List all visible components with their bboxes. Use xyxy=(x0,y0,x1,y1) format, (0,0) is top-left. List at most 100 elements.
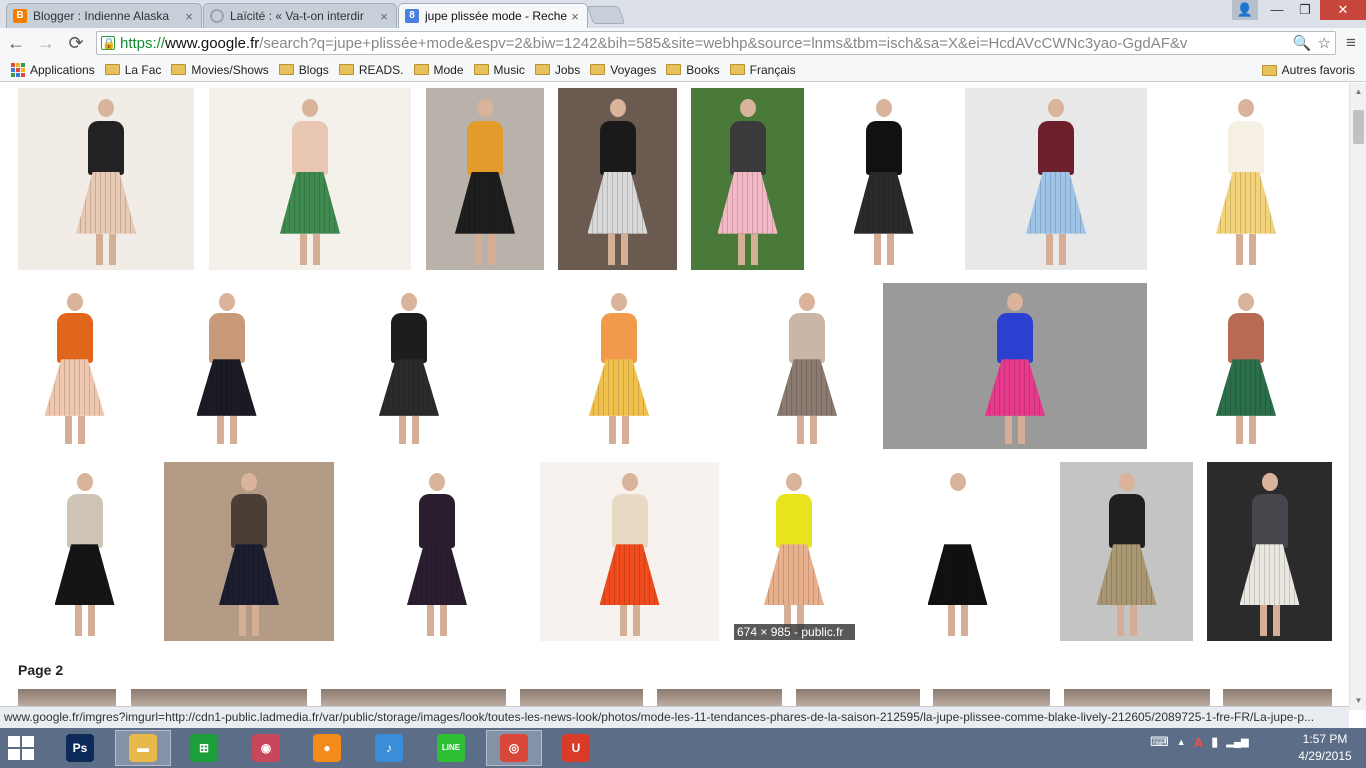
bookmark-other[interactable]: Autres favoris xyxy=(1257,59,1360,81)
maximize-button[interactable]: ❐ xyxy=(1290,0,1320,20)
image-result-thumbnail[interactable] xyxy=(1160,283,1332,449)
tab-google-search[interactable]: 8 jupe plissée mode - Reche × xyxy=(398,3,588,28)
file-explorer-icon: ▬ xyxy=(129,734,157,762)
close-icon[interactable]: × xyxy=(378,9,390,24)
signal-icon[interactable]: ▂▄▆ xyxy=(1226,737,1248,748)
image-result-thumbnail[interactable] xyxy=(883,283,1147,449)
taskbar-pidgin[interactable]: ● xyxy=(299,730,355,766)
image-result-thumbnail[interactable] xyxy=(817,88,950,270)
model-head xyxy=(477,98,493,117)
image-result-thumbnail[interactable] xyxy=(508,283,730,449)
image-result-thumbnail[interactable] xyxy=(868,462,1047,641)
scroll-thumb[interactable] xyxy=(1353,110,1364,144)
image-result-thumbnail[interactable] xyxy=(558,88,677,270)
model-top xyxy=(467,120,503,176)
image-result-thumbnail[interactable] xyxy=(1060,462,1193,641)
model-legs xyxy=(1259,605,1280,636)
taskbar-picasa[interactable]: ◉ xyxy=(238,730,294,766)
bookmark-blogs[interactable]: Blogs xyxy=(274,59,334,81)
taskbar-chrome[interactable]: ◎ xyxy=(486,730,542,766)
image-result-thumbnail[interactable] xyxy=(18,462,151,641)
bookmark-voyages[interactable]: Voyages xyxy=(585,59,661,81)
bookmark-movies-shows[interactable]: Movies/Shows xyxy=(166,59,273,81)
windows-start-icon[interactable] xyxy=(8,736,34,760)
menu-icon[interactable]: ≡ xyxy=(1340,32,1362,54)
model-legs xyxy=(1236,233,1256,265)
acrobat-icon[interactable]: A xyxy=(1194,735,1203,750)
image-result-thumbnail[interactable] xyxy=(164,462,334,641)
bookmark-music[interactable]: Music xyxy=(469,59,530,81)
pleated-skirt xyxy=(455,171,515,234)
image-result-thumbnail[interactable] xyxy=(348,462,526,641)
taskbar-store[interactable]: ⊞ xyxy=(176,730,232,766)
url-path: /search?q=jupe+plissée+mode&espv=2&biw=1… xyxy=(259,34,1188,52)
pleated-skirt xyxy=(1216,171,1276,234)
image-result-thumbnail[interactable] xyxy=(965,88,1147,270)
bookmark-francais[interactable]: Français xyxy=(725,59,801,81)
image-result-thumbnail[interactable] xyxy=(540,462,719,641)
close-icon[interactable]: × xyxy=(183,9,195,24)
minimize-button[interactable]: — xyxy=(1262,0,1292,20)
vertical-scrollbar[interactable]: ▲ ▼ xyxy=(1349,83,1366,710)
bookmark-applications[interactable]: Applications xyxy=(6,59,100,81)
back-button[interactable]: ← xyxy=(4,32,28,54)
store-icon: ⊞ xyxy=(190,734,218,762)
image-result-thumbnail[interactable] xyxy=(691,88,804,270)
model-top xyxy=(1228,120,1264,176)
taskbar-file-explorer[interactable]: ▬ xyxy=(115,730,171,766)
reload-button[interactable]: ⟳ xyxy=(64,32,88,54)
model-legs xyxy=(1116,605,1137,636)
battery-icon[interactable]: ▮ xyxy=(1211,734,1218,750)
new-tab-button[interactable] xyxy=(586,6,626,24)
bookmark-mode[interactable]: Mode xyxy=(409,59,469,81)
image-result-thumbnail[interactable] xyxy=(209,88,411,270)
bookmark-label: Français xyxy=(749,62,796,77)
taskbar-itunes[interactable]: ♪ xyxy=(361,730,417,766)
taskbar-photoshop[interactable]: Ps xyxy=(52,730,108,766)
taskbar-line[interactable]: LINE xyxy=(423,730,479,766)
model-head xyxy=(949,472,966,491)
zoom-icon[interactable]: 🔍 xyxy=(1293,34,1312,52)
model-head xyxy=(786,472,802,491)
user-icon[interactable]: 👤 xyxy=(1232,0,1258,20)
pidgin-icon: ● xyxy=(313,734,341,762)
star-icon[interactable]: ☆ xyxy=(1318,34,1331,52)
image-result-thumbnail[interactable] xyxy=(426,88,544,270)
image-result-thumbnail[interactable] xyxy=(144,283,309,449)
bookmark-reads[interactable]: READS. xyxy=(334,59,409,81)
model-head xyxy=(799,292,815,311)
model-head xyxy=(1238,292,1254,311)
close-window-button[interactable]: ✕ xyxy=(1320,0,1366,20)
image-result-thumbnail[interactable] xyxy=(18,283,131,449)
clock[interactable]: 1:57 PM 4/29/2015 xyxy=(1290,731,1360,765)
taskbar-app-u[interactable]: U xyxy=(548,730,604,766)
tray-expand-icon[interactable]: ▲ xyxy=(1177,737,1186,747)
image-result-thumbnail[interactable] xyxy=(734,462,854,641)
image-result-thumbnail[interactable] xyxy=(18,88,194,270)
image-result-thumbnail[interactable] xyxy=(744,283,870,449)
image-result-thumbnail[interactable] xyxy=(1207,462,1332,641)
tab-laicite[interactable]: Laïcité : « Va-t-on interdir × xyxy=(203,3,397,28)
pleated-skirt xyxy=(927,544,988,606)
address-bar[interactable]: 🔒 https:// www.google.fr /search?q=jupe+… xyxy=(96,31,1336,55)
pleated-skirt xyxy=(44,359,105,416)
bookmark-label: Autres favoris xyxy=(1281,63,1355,77)
tab-blogger[interactable]: B Blogger : Indienne Alaska × xyxy=(6,3,202,28)
scroll-up-arrow-icon[interactable]: ▲ xyxy=(1350,85,1366,99)
bookmark-books[interactable]: Books xyxy=(661,59,724,81)
model-legs xyxy=(797,415,817,445)
bookmark-label: Applications xyxy=(30,62,95,77)
keyboard-icon[interactable]: ⌨ xyxy=(1150,734,1169,750)
bookmark-jobs[interactable]: Jobs xyxy=(530,59,585,81)
model-head xyxy=(401,292,417,311)
close-icon[interactable]: × xyxy=(569,9,581,24)
image-result-thumbnail[interactable] xyxy=(1160,88,1332,270)
bookmark-label: Blogs xyxy=(298,62,329,77)
scroll-down-arrow-icon[interactable]: ▼ xyxy=(1350,694,1366,708)
model-head xyxy=(1238,98,1254,117)
bookmark-la-fac[interactable]: La Fac xyxy=(100,59,167,81)
model-legs xyxy=(1005,415,1025,445)
pleated-skirt xyxy=(599,544,660,606)
image-result-thumbnail[interactable] xyxy=(323,283,495,449)
forward-button[interactable]: → xyxy=(34,32,58,54)
